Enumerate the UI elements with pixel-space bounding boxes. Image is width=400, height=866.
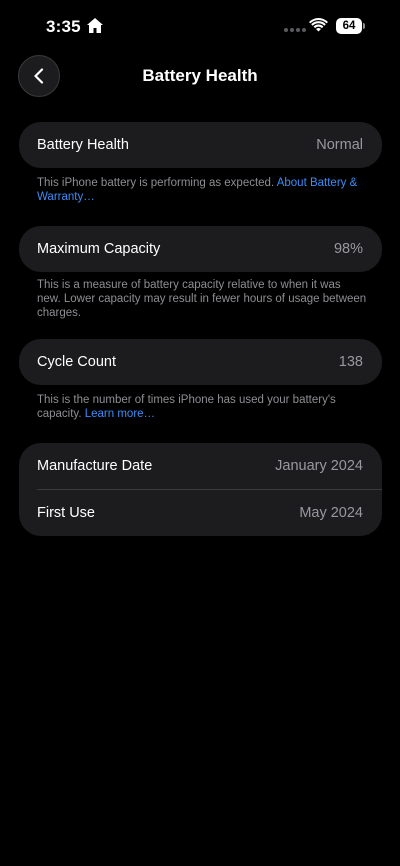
cycle-count-footnote-text: This is the number of times iPhone has u…: [37, 394, 336, 420]
battery-icon: 64: [336, 18, 362, 34]
first-use-row: First Use May 2024: [19, 490, 382, 536]
battery-health-row: Battery Health Normal: [19, 122, 382, 168]
maximum-capacity-row: Maximum Capacity 98%: [19, 226, 382, 272]
first-use-label: First Use: [37, 505, 95, 521]
cycle-count-footnote: This is the number of times iPhone has u…: [37, 393, 367, 421]
cycle-count-card: Cycle Count 138: [19, 339, 382, 385]
wifi-icon: [309, 18, 328, 32]
maximum-capacity-card: Maximum Capacity 98%: [19, 226, 382, 272]
learn-more-link[interactable]: Learn more…: [85, 408, 155, 420]
battery-health-card: Battery Health Normal: [19, 122, 382, 168]
manufacture-date-value: January 2024: [275, 458, 363, 474]
cellular-signal-icon: [284, 28, 306, 32]
cycle-count-label: Cycle Count: [37, 354, 116, 370]
maximum-capacity-value: 98%: [333, 241, 363, 257]
status-time: 3:35: [46, 17, 81, 36]
manufacture-date-label: Manufacture Date: [37, 458, 153, 474]
dates-card: Manufacture Date January 2024 First Use …: [19, 443, 382, 536]
battery-health-label: Battery Health: [37, 137, 129, 153]
battery-cap: [363, 23, 365, 29]
manufacture-date-row: Manufacture Date January 2024: [19, 443, 382, 489]
cycle-count-value: 138: [338, 354, 363, 370]
status-bar: 3:35 64: [0, 0, 400, 50]
battery-health-footnote: This iPhone battery is performing as exp…: [37, 176, 367, 204]
home-icon: [87, 18, 103, 33]
page-title: Battery Health: [142, 66, 258, 85]
battery-health-value: Normal: [316, 137, 363, 153]
battery-health-footnote-text: This iPhone battery is performing as exp…: [37, 177, 277, 189]
cycle-count-row: Cycle Count 138: [19, 339, 382, 385]
first-use-value: May 2024: [299, 505, 363, 521]
battery-health-screen: 3:35 64 Battery Health Battery Health No…: [0, 0, 400, 866]
maximum-capacity-footnote: This is a measure of battery capacity re…: [37, 279, 367, 319]
maximum-capacity-label: Maximum Capacity: [37, 241, 161, 257]
